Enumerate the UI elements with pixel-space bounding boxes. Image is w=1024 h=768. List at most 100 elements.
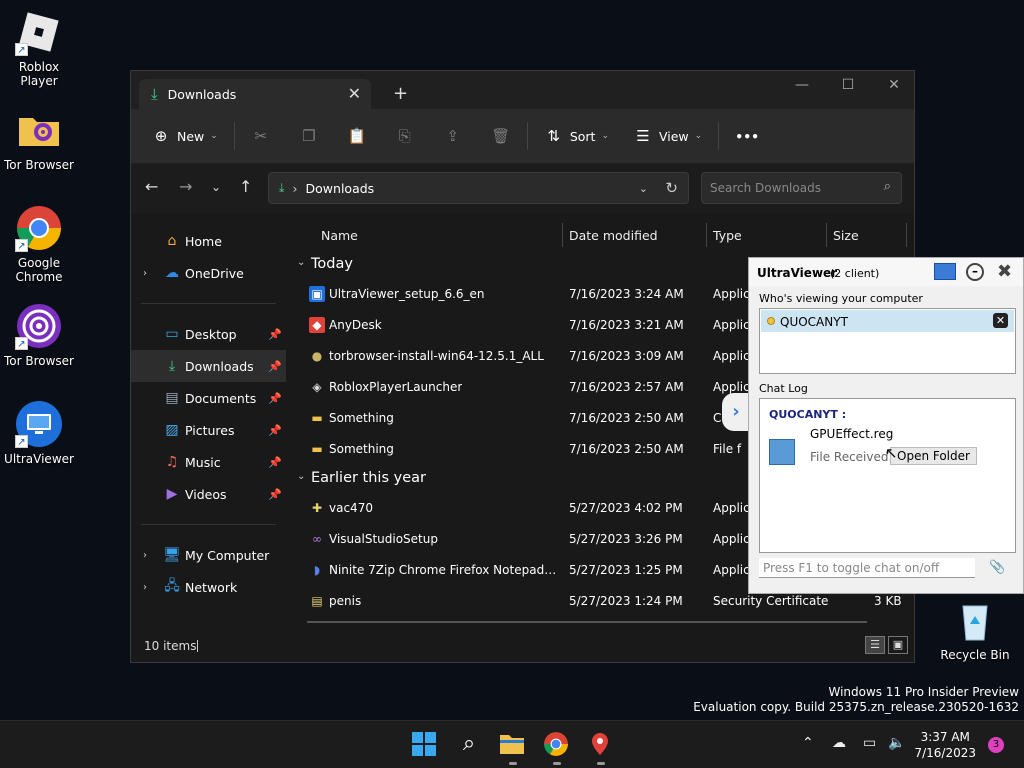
column-date-modified[interactable]: Date modified [569,228,658,243]
anydesk-taskbar-icon[interactable] [587,731,615,765]
chevron-right-icon[interactable]: › [143,582,147,593]
sidebar-item-downloads[interactable]: ⤓ Downloads 📌 [131,350,286,382]
sidebar-item-music[interactable]: ♫ Music 📌 [131,446,286,478]
new-tab-button[interactable]: + [393,83,408,104]
column-size[interactable]: Size [833,228,859,243]
horizontal-scrollbar[interactable] [307,621,867,623]
minimize-circle-icon[interactable]: – [966,263,984,281]
sidebar-item-network[interactable]: › 🖧 Network [131,571,286,603]
viewers-list: QUOCANYT ✕ [759,308,1016,374]
system-clock[interactable]: 3:37 AM 7/16/2023 [914,729,976,761]
sidebar-item-home[interactable]: ⌂ Home [131,225,286,257]
desktop-icon-tor-folder[interactable]: Tor Browser [1,106,77,172]
open-folder-button[interactable]: Open Folder [890,447,977,465]
windows-watermark: Windows 11 Pro Insider Preview Evaluatio… [693,685,1019,714]
search-box[interactable]: ⌕ [701,172,902,204]
pin-icon[interactable]: 📌 [268,328,282,341]
refresh-icon[interactable]: ↻ [665,179,678,197]
shortcut-arrow-icon: ↗ [15,43,28,56]
tor-icon: ↗ [15,302,63,350]
sidebar-item-desktop[interactable]: ▭ Desktop 📌 [131,318,286,350]
recent-locations-icon[interactable]: ⌄ [211,180,221,194]
view-list-icon: ☰ [636,127,650,145]
details-view-button[interactable]: ☰ [865,636,885,654]
status-dot-icon [767,317,775,325]
pin-icon[interactable]: 📌 [268,488,282,501]
network-disconnected-icon[interactable]: ☁ [832,735,846,751]
monitor-icon[interactable] [934,263,956,280]
pin-icon[interactable]: 📌 [268,456,282,469]
column-headers: Name Date modified Type Size [289,219,914,251]
file-explorer-taskbar-icon[interactable] [499,731,527,765]
copy-icon[interactable]: ❐ [299,126,319,146]
music-icon: ♫ [165,454,179,470]
cut-icon[interactable]: ✂ [251,126,271,146]
column-type[interactable]: Type [713,228,742,243]
attach-file-icon[interactable]: 📎 [989,560,1005,575]
desktop-icon-recycle-bin[interactable]: Recycle Bin [937,596,1013,662]
desktop-icon-tor[interactable]: ↗ Tor Browser [1,302,77,368]
rename-icon[interactable]: ⎘ [395,126,415,146]
more-options-button[interactable]: ••• [735,129,759,144]
up-arrow-icon[interactable]: ↑ [239,177,252,196]
search-icon[interactable]: ⌕ [455,731,483,759]
column-name[interactable]: Name [321,228,358,243]
address-bar[interactable]: ⤓ › Downloads ⌄ ↻ [268,172,689,204]
ultraviewer-panel: UltraViewer (2 client) – ✖ Who's viewing… [748,257,1024,594]
tiles-view-button[interactable]: ▣ [888,636,908,654]
desktop-icon-ultraviewer[interactable]: ↗ UltraViewer [1,400,77,466]
viewers-label: Who's viewing your computer [759,292,923,305]
desktop-icon: ▭ [165,326,179,342]
pin-icon[interactable]: 📌 [268,392,282,405]
ninite-icon: ◗ [313,563,321,577]
sort-button[interactable]: ⇅ Sort ⌄ [544,126,609,146]
delete-icon[interactable]: 🗑 [491,126,511,146]
tor-onion-icon: ● [311,349,323,363]
maximize-button[interactable]: ☐ [838,77,858,93]
share-icon[interactable]: ⇪ [443,126,463,146]
volume-icon[interactable]: 🔈 [888,735,905,751]
close-tab-icon[interactable]: ✕ [348,84,361,103]
chevron-down-icon: ⌄ [694,131,703,141]
search-input[interactable] [710,173,870,203]
chrome-taskbar-icon[interactable] [543,731,571,765]
sidebar-item-videos[interactable]: ▶ Videos 📌 [131,478,286,510]
item-count: 10 items [144,639,197,653]
sidebar-item-documents[interactable]: ▤ Documents 📌 [131,382,286,414]
minimize-button[interactable]: — [792,77,812,93]
tor-folder-icon [15,106,63,154]
desktop-icon-chrome[interactable]: ↗ Google Chrome [1,204,77,284]
sidebar-item-my-computer[interactable]: › 🖥 My Computer [131,539,286,571]
display-icon[interactable]: ▭ [863,735,876,751]
new-button[interactable]: ⊕ New ⌄ [151,126,218,146]
chevron-up-icon[interactable]: ⌃ [802,735,814,751]
disconnect-viewer-icon[interactable]: ✕ [993,313,1008,328]
view-button[interactable]: ☰ View ⌄ [633,126,702,146]
chat-sender: QUOCANYT : [769,408,847,421]
chevron-down-icon: ⌄ [297,257,306,268]
shortcut-arrow-icon: ↗ [15,239,28,252]
chevron-right-icon[interactable]: › [143,550,147,561]
chevron-down-icon: ⌄ [601,131,609,141]
close-button[interactable]: ✕ [884,77,904,93]
sidebar-item-pictures[interactable]: ▨ Pictures 📌 [131,414,286,446]
tab-downloads[interactable]: ⤓ Downloads ✕ [139,79,371,109]
paste-icon[interactable]: 📋 [347,126,367,146]
chevron-right-icon[interactable]: › [143,268,147,279]
start-button[interactable] [411,731,439,759]
viewer-item[interactable]: QUOCANYT ✕ [761,310,1014,332]
pin-icon[interactable]: 📌 [268,360,282,373]
chat-input[interactable] [759,558,975,578]
notification-badge[interactable]: 3 [988,737,1004,753]
videos-icon: ▶ [166,486,178,502]
back-arrow-icon[interactable]: ← [145,177,158,196]
visual-studio-icon: ∞ [312,532,322,546]
forward-arrow-icon[interactable]: → [179,177,192,196]
sidebar-item-onedrive[interactable]: › ☁ OneDrive [131,257,286,289]
chat-log-label: Chat Log [759,382,808,395]
chevron-down-icon[interactable]: ⌄ [639,182,648,195]
desktop-icon-roblox[interactable]: ↗ Roblox Player [1,8,77,88]
close-icon[interactable]: ✖ [997,261,1012,282]
pin-icon[interactable]: 📌 [268,424,282,437]
ultraviewer-collapse-tab[interactable]: › [722,393,750,431]
